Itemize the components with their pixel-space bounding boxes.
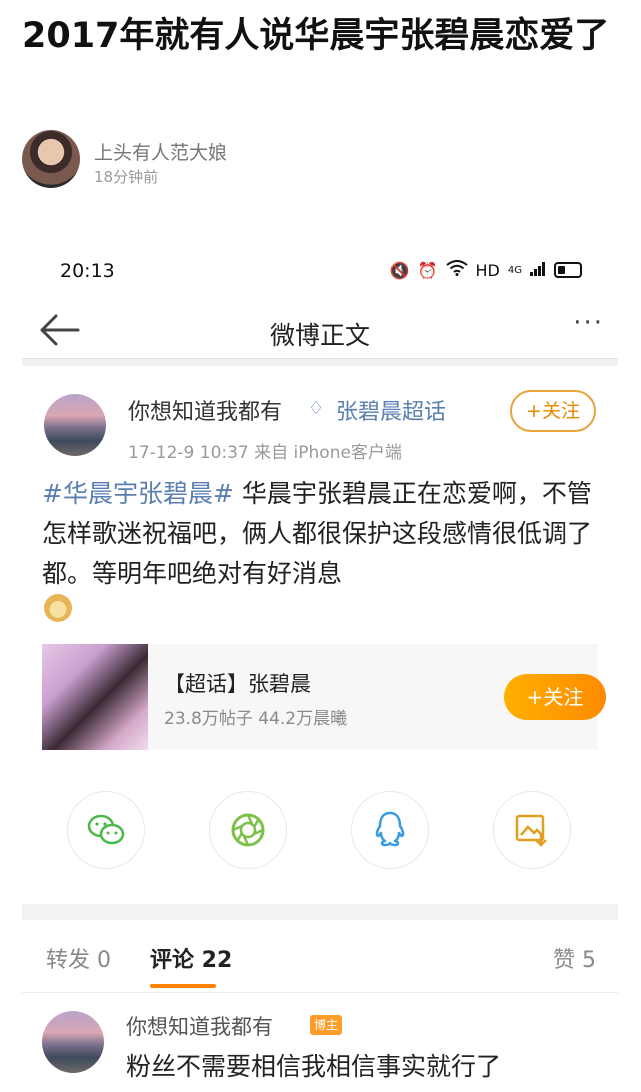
topic-link[interactable]: 张碧晨超话 [336,394,446,426]
publish-time: 18分钟前 [94,168,159,186]
active-tab-indicator [150,984,216,988]
poster-avatar[interactable] [44,394,106,456]
follow-button[interactable]: +关注 [510,390,596,432]
status-time: 20:13 [60,260,115,282]
author-badge: 博主 [310,1015,343,1035]
topic-follow-button[interactable]: +关注 [504,674,606,720]
more-icon[interactable]: ··· [573,308,604,338]
embedded-screenshot: 20:13 🔇 ⏰ HD 4G 微博正文 ··· 你想知道我都有 ♢ 张碧晨超话… [22,236,618,1092]
comment-text: 粉丝不需要相信我相信事实就行了 [126,1052,502,1081]
author-name[interactable]: 上头有人范大娘 [94,138,227,165]
hashtag-link[interactable]: #华晨宇张碧晨# [42,479,234,508]
tab-repost[interactable]: 转发 0 [46,942,111,974]
comment-list: 你想知道我都有 博主 粉丝不需要相信我相信事实就行了 [22,993,618,1092]
signal-label: 4G [507,264,522,276]
navbar: 微博正文 ··· [22,306,618,359]
doge-emoji-icon [44,594,72,622]
share-row [22,791,618,881]
post-text: #华晨宇张碧晨# 华晨宇张碧晨正在恋爱啊，不管怎样歌迷祝福吧，俩人都很保护这段感… [42,474,602,594]
diamond-icon: ♢ [308,398,325,419]
wifi-icon [445,260,468,280]
post-meta: 17-12-9 10:37 来自 iPhone客户端 [128,443,402,463]
commenter-name[interactable]: 你想知道我都有 [126,1011,273,1041]
wechat-icon[interactable] [67,791,145,869]
topic-card[interactable]: 【超话】张碧晨 23.8万帖子 44.2万晨曦 +关注 [42,644,606,750]
signal-icon [530,261,546,280]
qq-icon[interactable] [351,791,429,869]
moments-icon[interactable] [209,791,287,869]
commenter-avatar[interactable] [42,1011,104,1073]
battery-icon [554,262,582,278]
network-label: HD [475,260,500,280]
poster-name[interactable]: 你想知道我都有 [128,394,282,426]
article-title: 2017年就有人说华晨宇张碧晨恋爱了 [22,16,610,56]
tab-bar: 转发 0 评论 22 赞 5 [22,920,618,993]
topic-card-image [42,644,148,750]
weibo-post: 你想知道我都有 ♢ 张碧晨超话 +关注 17-12-9 10:37 来自 iPh… [22,366,618,904]
alarm-icon: ⏰ [417,260,438,280]
topic-card-title: 【超话】张碧晨 [164,672,311,696]
topic-card-stats: 23.8万帖子 44.2万晨曦 [164,709,348,729]
tab-comments[interactable]: 评论 22 [150,942,232,974]
mute-icon: 🔇 [389,260,410,280]
tab-likes[interactable]: 赞 5 [553,942,596,974]
author-avatar[interactable] [22,130,80,188]
status-bar: 20:13 🔇 ⏰ HD 4G [22,236,618,306]
status-icons: 🔇 ⏰ HD 4G [390,260,582,280]
save-image-icon[interactable] [493,791,571,869]
page-title: 微博正文 [269,321,370,350]
